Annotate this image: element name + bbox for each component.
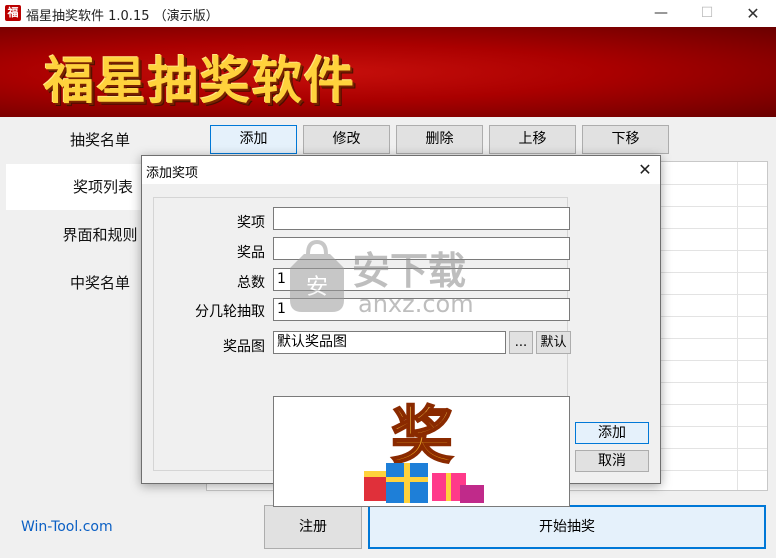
minimize-button[interactable]: — [638,0,684,27]
move-up-button[interactable]: 上移 [489,125,576,154]
start-draw-button[interactable]: 开始抽奖 [368,505,766,549]
edit-button[interactable]: 修改 [303,125,390,154]
award-label: 奖项 [237,215,265,231]
award-form: 奖项 奖品 总数 1 分几轮抽取 1 奖品图 默认奖品图 ... 默认 奖 [153,197,571,507]
close-button[interactable]: ✕ [730,0,776,27]
dialog-add-button[interactable]: 添加 [575,422,649,444]
add-award-dialog: 添加奖项 ✕ 奖项 奖品 总数 1 分几轮抽取 1 奖品图 默认奖品图 ... … [141,155,661,507]
add-button[interactable]: 添加 [210,125,297,154]
website-link[interactable]: Win-Tool.com [21,519,113,535]
total-input[interactable]: 1 [273,268,570,291]
default-image-button[interactable]: 默认 [536,331,571,354]
maximize-button[interactable]: ☐ [684,0,730,27]
dialog-title-bar: 添加奖项 ✕ [142,156,660,184]
prize-image-preview: 奖 [273,396,570,507]
dialog-close-button[interactable]: ✕ [632,158,658,182]
title-bar: 福 福星抽奖软件 1.0.15 （演示版） — ☐ ✕ [0,0,776,27]
dialog-title: 添加奖项 [146,166,199,181]
award-input[interactable] [273,207,570,230]
dialog-cancel-button[interactable]: 取消 [575,450,649,472]
browse-button[interactable]: ... [509,331,533,354]
rounds-input[interactable]: 1 [273,298,570,321]
prize-input[interactable] [273,237,570,260]
banner-title: 福星抽奖软件 [44,51,356,110]
delete-button[interactable]: 删除 [396,125,483,154]
register-button[interactable]: 注册 [264,505,362,549]
prize-char: 奖 [391,399,453,472]
prize-image-label: 奖品图 [223,339,265,355]
window-title: 福星抽奖软件 1.0.15 （演示版） [26,9,219,24]
banner: 福星抽奖软件 [0,27,776,117]
move-down-button[interactable]: 下移 [582,125,669,154]
prize-label: 奖品 [237,245,265,261]
prize-graphic: 奖 [364,398,484,503]
rounds-label: 分几轮抽取 [195,304,265,320]
total-label: 总数 [237,275,265,291]
app-icon: 福 [5,5,21,21]
prize-image-input[interactable]: 默认奖品图 [273,331,506,354]
